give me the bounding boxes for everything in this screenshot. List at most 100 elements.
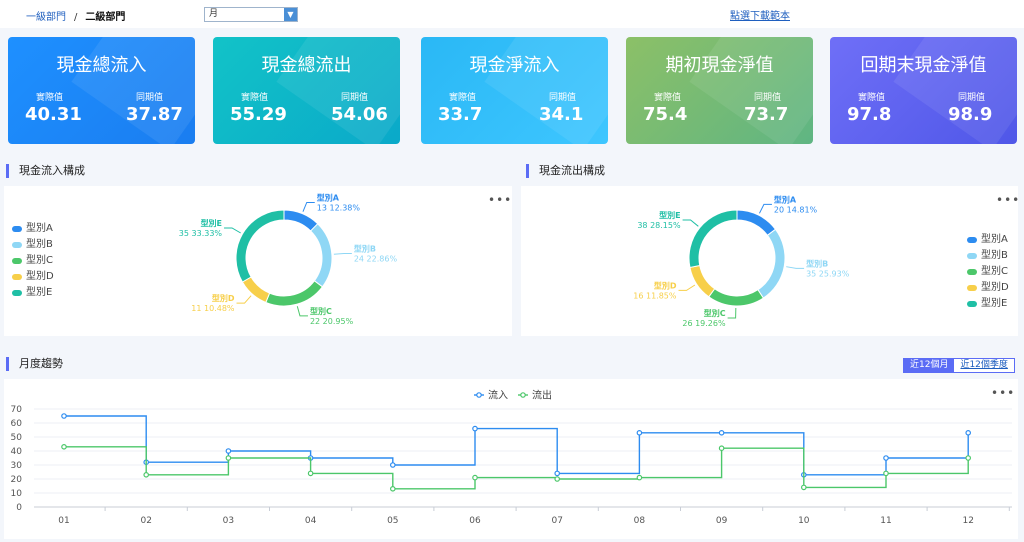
series-line bbox=[64, 415, 969, 476]
legend-label[interactable]: 流出 bbox=[532, 389, 552, 402]
slice-category-label: 型別A bbox=[317, 192, 340, 202]
data-point[interactable] bbox=[472, 474, 478, 481]
outflow-donut-chart: 型別A20 14.81% 型別B35 25.93% 型別C26 19.26% 型別D1… bbox=[633, 194, 849, 328]
label-leader-line bbox=[296, 306, 308, 317]
kpi-title: 期初現金淨值 bbox=[665, 55, 774, 76]
kpi-card: 期初現金淨值 實際值 同期值 75.4 73.7 bbox=[626, 37, 813, 144]
data-point[interactable] bbox=[225, 455, 232, 461]
outflow-panel: ••• 型別A 型別B 型別C 型別D 型別E 型別A 20 14.81% 型別B 35 25… bbox=[521, 186, 1019, 336]
donut-slice[interactable] bbox=[265, 280, 324, 307]
donut-slice[interactable] bbox=[708, 288, 765, 307]
kpi-prior-label: 同期值 bbox=[754, 93, 782, 103]
period-select[interactable]: 月 ▼ bbox=[204, 7, 298, 22]
label-leader-line bbox=[786, 266, 805, 269]
slice-value-label: 24 22.86% bbox=[354, 255, 398, 264]
donut-slice[interactable] bbox=[757, 228, 786, 299]
slice-value-label: 20 14.81% bbox=[774, 205, 818, 214]
slice-category-label: 型別B bbox=[354, 244, 376, 254]
data-point[interactable] bbox=[554, 470, 561, 477]
kpi-card: 現金總流入 實際值 同期值 40.31 37.87 bbox=[8, 37, 195, 144]
slice-category-label: 型別B bbox=[806, 258, 828, 268]
y-tick-label: 30 bbox=[11, 461, 23, 471]
data-point[interactable] bbox=[472, 425, 478, 432]
data-point[interactable] bbox=[965, 429, 972, 436]
legend-marker-icon bbox=[520, 392, 526, 398]
data-point[interactable] bbox=[636, 429, 643, 436]
data-point[interactable] bbox=[143, 472, 150, 478]
data-point[interactable] bbox=[718, 445, 725, 452]
donut-slice[interactable] bbox=[736, 209, 777, 237]
donut-slice[interactable] bbox=[241, 276, 271, 304]
y-tick-label: 50 bbox=[11, 433, 23, 443]
label-leader-line bbox=[727, 307, 737, 319]
data-point[interactable] bbox=[883, 470, 889, 477]
breadcrumb-separator: / bbox=[74, 12, 78, 23]
x-tick-label: 11 bbox=[880, 516, 891, 526]
donut-slice[interactable] bbox=[688, 209, 738, 269]
outflow-section-title: 現金流出構成 bbox=[526, 164, 605, 178]
kpi-actual-value: 33.7 bbox=[438, 104, 483, 125]
kpi-card: 回期末現金淨值 實際值 同期值 97.8 98.9 bbox=[830, 37, 1017, 144]
kpi-title: 回期末現金淨值 bbox=[860, 55, 987, 76]
kpi-actual-value: 75.4 bbox=[643, 104, 688, 125]
trend-panel: ••• 0 10 20 30 40 50 60 70 01 02 03 04 05 06 07 08 09 10 1… bbox=[4, 379, 1018, 539]
top-bar: 一級部門 / 二級部門 月 ▼ 點選下載範本 bbox=[0, 0, 1024, 28]
x-tick-label: 02 bbox=[140, 516, 151, 526]
x-tick-label: 09 bbox=[716, 516, 728, 526]
kpi-title: 現金總流出 bbox=[261, 55, 352, 76]
kpi-card: 現金淨流入 實際值 同期值 33.7 34.1 bbox=[421, 37, 608, 144]
data-point[interactable] bbox=[61, 413, 67, 419]
label-leader-line bbox=[758, 203, 772, 214]
y-tick-label: 70 bbox=[11, 405, 23, 415]
slice-value-label: 11 10.48% bbox=[191, 304, 235, 313]
donut-slice[interactable] bbox=[689, 264, 716, 298]
chevron-down-icon[interactable]: ▼ bbox=[284, 8, 297, 21]
donut-slice[interactable] bbox=[283, 209, 319, 232]
data-point[interactable] bbox=[225, 448, 232, 454]
data-point[interactable] bbox=[307, 470, 314, 477]
y-tick-label: 20 bbox=[11, 475, 23, 485]
data-point[interactable] bbox=[800, 484, 807, 491]
slice-category-label: 型別E bbox=[201, 218, 222, 228]
trend-section-title: 月度趨勢 bbox=[6, 357, 63, 371]
label-leader-line bbox=[302, 201, 315, 212]
series-line bbox=[64, 446, 969, 490]
data-point[interactable] bbox=[389, 486, 396, 492]
kpi-card: 現金總流出 實際值 同期值 55.29 54.06 bbox=[213, 37, 400, 144]
slice-category-label: 型別C bbox=[704, 308, 726, 318]
slice-category-label: 型別E bbox=[659, 210, 680, 220]
tab-last-12-months[interactable]: 近12個月 bbox=[904, 359, 955, 372]
donut-slice[interactable] bbox=[309, 223, 333, 288]
legend-label[interactable]: 流入 bbox=[488, 389, 508, 402]
data-point[interactable] bbox=[718, 429, 725, 436]
label-leader-line bbox=[236, 295, 252, 304]
download-template-link[interactable]: 點選下載範本 bbox=[730, 7, 790, 22]
slice-value-label: 22 20.95% bbox=[310, 317, 354, 326]
x-tick-label: 04 bbox=[305, 516, 317, 526]
inflow-panel: ••• 型別A 型別B 型別C 型別D 型別E 型別A 13 12.38% 型別B 24 22… bbox=[4, 186, 512, 336]
data-point[interactable] bbox=[554, 476, 561, 482]
kpi-title: 現金總流入 bbox=[56, 55, 147, 76]
kpi-actual-value: 55.29 bbox=[230, 104, 287, 125]
data-point[interactable] bbox=[636, 474, 643, 481]
data-point[interactable] bbox=[883, 455, 889, 461]
x-tick-label: 08 bbox=[634, 516, 646, 526]
data-point[interactable] bbox=[965, 455, 972, 461]
breadcrumb-level1[interactable]: 一級部門 bbox=[26, 12, 66, 23]
kpi-prior-label: 同期值 bbox=[136, 93, 164, 103]
kpi-actual-label: 實際值 bbox=[241, 93, 269, 103]
donut-slice[interactable] bbox=[235, 209, 285, 283]
kpi-prior-label: 同期值 bbox=[958, 93, 986, 103]
y-tick-label: 0 bbox=[16, 503, 22, 513]
slice-category-label: 型別C bbox=[310, 306, 332, 316]
period-select-value: 月 bbox=[209, 9, 219, 19]
data-point[interactable] bbox=[389, 462, 396, 468]
slice-category-label: 型別A bbox=[774, 194, 797, 204]
kpi-actual-label: 實際值 bbox=[858, 93, 886, 103]
data-point[interactable] bbox=[61, 444, 67, 450]
kpi-actual-value: 40.31 bbox=[25, 104, 82, 125]
kpi-actual-label: 實際值 bbox=[449, 93, 477, 103]
kpi-prior-value: 34.1 bbox=[539, 104, 584, 125]
tab-last-12-quarters[interactable]: 近12個季度 bbox=[954, 359, 1014, 372]
kpi-prior-value: 37.87 bbox=[126, 104, 183, 125]
